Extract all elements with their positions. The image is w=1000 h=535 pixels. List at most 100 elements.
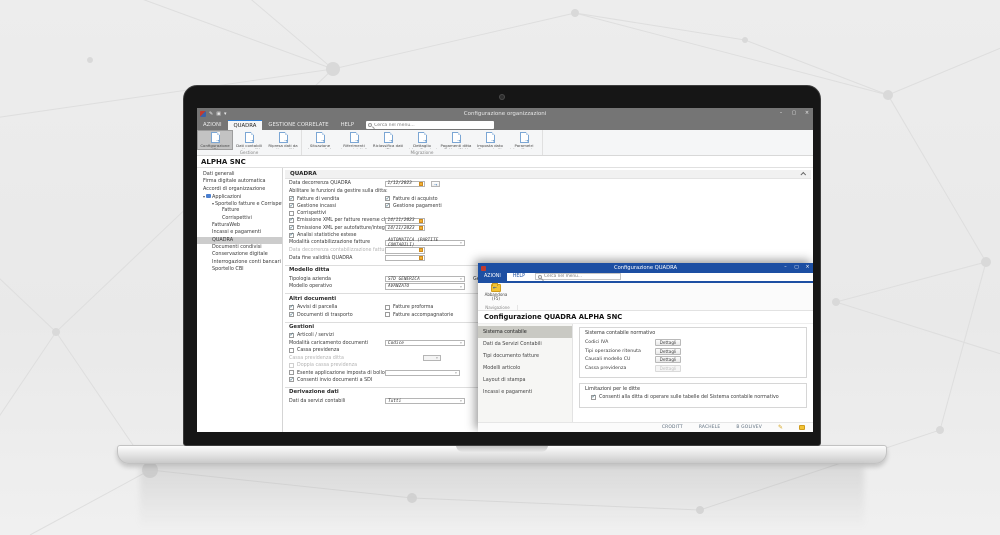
link-icon <box>520 132 529 143</box>
dialog-tab-azioni[interactable]: AZIONI <box>478 273 507 281</box>
consenti-ditta-checkbox[interactable] <box>591 395 596 400</box>
esente-bollo-select[interactable]: ▾ <box>385 370 460 376</box>
tree-item-applicazioni[interactable]: ▾Applicazioni <box>197 193 282 200</box>
config-quadra-dialog: Configurazione QUADRA – ▢ × AZIONI HELP <box>478 263 813 432</box>
nav-dati-servizi[interactable]: Dati da Servizi Contabili <box>478 338 572 350</box>
dettagli-cassa-previdenza-button[interactable]: Dettagli <box>655 365 681 372</box>
search-input[interactable] <box>374 123 492 128</box>
expander-icon[interactable]: ▾ <box>212 201 214 206</box>
reverse-charge-date[interactable]: 14/11/2023 <box>385 218 425 224</box>
modalita-caricamento-select[interactable]: Codice▾ <box>385 340 465 346</box>
note-status-icon[interactable] <box>799 425 805 430</box>
calendar-icon[interactable] <box>419 226 423 230</box>
dialog-heading: Configurazione QUADRA ALPHA SNC <box>478 311 813 324</box>
tab-quadra[interactable]: QUADRA <box>228 120 263 130</box>
tree-item-fatturaweb[interactable]: FatturaWeb <box>197 222 282 229</box>
autofatture-date[interactable]: 14/11/2023 <box>385 225 425 231</box>
calendar-icon[interactable] <box>419 182 423 186</box>
tab-help[interactable]: HELP <box>335 120 360 130</box>
nav-sistema-contabile[interactable]: Sistema contabile <box>478 326 572 338</box>
configurazione-button[interactable]: Configurazione (D) <box>198 131 232 149</box>
chevron-down-icon: ▾ <box>460 277 462 281</box>
tree-item-incassi[interactable]: Incassi e pagamenti <box>197 229 282 236</box>
pencil-status-icon[interactable]: ✎ <box>778 425 783 431</box>
documenti-trasporto-checkbox[interactable] <box>289 312 294 317</box>
tab-azioni[interactable]: AZIONI <box>197 120 228 130</box>
dati-servizi-select[interactable]: Tutti▾ <box>385 398 465 404</box>
articoli-servizi-checkbox[interactable] <box>289 333 294 338</box>
ribbon-search[interactable] <box>366 121 494 129</box>
tree-item-quadra[interactable]: QUADRA <box>197 237 282 244</box>
calendar-icon[interactable] <box>419 219 423 223</box>
tipologia-select[interactable]: STD GENERICA▾ <box>385 276 465 282</box>
nav-modelli-articolo[interactable]: Modelli articolo <box>478 362 572 374</box>
calendar-icon[interactable] <box>419 256 423 260</box>
riclassifica-dati-button[interactable]: Riclassifica dati (R) <box>371 131 405 149</box>
quadra-panel-header[interactable]: QUADRA <box>285 170 811 179</box>
data-decorrenza-label: Data decorrenza QUADRA <box>289 181 351 186</box>
situazione-documenti-button[interactable]: Situazione documenti da fatturare (D) <box>303 131 337 149</box>
document-import-icon <box>279 132 288 143</box>
gestione-incassi-checkbox[interactable] <box>289 203 294 208</box>
date-helper-button[interactable]: → <box>431 181 440 187</box>
tree-item-sportello-fatture[interactable]: ▾Sportello fatture e Corrispettivi <box>197 200 282 207</box>
imposta-dato-button[interactable]: Imposta dato Denuncia (I) <box>473 131 507 149</box>
nav-layout-stampa[interactable]: Layout di stampa <box>478 374 572 386</box>
nav-tipi-documento[interactable]: Tipi documento fatture <box>478 350 572 362</box>
esente-bollo-checkbox[interactable] <box>289 370 294 375</box>
nav-incassi-pagamenti[interactable]: Incassi e pagamenti <box>478 386 572 398</box>
tree-item-dati-generali[interactable]: Dati generali <box>197 171 282 178</box>
tree-item-firma-digitale[interactable]: Firma digitale automatica <box>197 178 282 185</box>
tab-gestione-correlate[interactable]: GESTIONE CORRELATE <box>262 120 334 130</box>
dialog-search[interactable] <box>535 273 621 280</box>
tree-item-corrispettivi[interactable]: Corrispettivi <box>197 215 282 222</box>
dettagli-tipi-operazione-button[interactable]: Dettagli <box>655 348 681 355</box>
corrispettivi-checkbox[interactable] <box>289 211 294 216</box>
avvisi-parcella-checkbox[interactable] <box>289 305 294 310</box>
dettagli-causali-cu-button[interactable]: Dettagli <box>655 356 681 363</box>
tree-item-fatture[interactable]: Fatture <box>197 207 282 214</box>
dettagli-codici-iva-button[interactable]: Dettagli <box>655 339 681 346</box>
laptop-reflection <box>140 466 864 528</box>
tree-item-sportello-cbi[interactable]: Sportello CBI <box>197 266 282 273</box>
fatture-accompagnatorie-checkbox[interactable] <box>385 312 390 317</box>
dialog-tab-help[interactable]: HELP <box>507 273 531 281</box>
gestione-pagamenti-checkbox[interactable] <box>385 203 390 208</box>
data-decorrenza-contab-field[interactable] <box>385 247 425 253</box>
dialog-tabs: AZIONI HELP <box>478 273 813 283</box>
tree-item-interrogazione-conti[interactable]: Interrogazione conti bancari <box>197 259 282 266</box>
fatture-acquisto-checkbox[interactable] <box>385 196 390 201</box>
fatture-vendita-checkbox[interactable] <box>289 196 294 201</box>
cassa-previdenza-ditta-select[interactable]: ▾ <box>423 355 441 361</box>
analisi-checkbox[interactable] <box>289 233 294 238</box>
riferimenti-incassi-button[interactable]: Riferimenti incassi dati di FattureWeb (… <box>337 131 371 149</box>
data-decorrenza-field[interactable]: 1/12/2023 <box>385 181 425 187</box>
ribbon-group-gestione: Configurazione (D) Dati contabili gestio… <box>197 130 302 155</box>
cassa-previdenza-checkbox[interactable] <box>289 348 294 353</box>
ripresa-dati-button[interactable]: Ripresa dati da gestione ditte <box>266 131 300 149</box>
dati-contabili-button[interactable]: Dati contabili gestione ditte <box>232 131 266 149</box>
collapse-chevron-icon[interactable] <box>800 172 806 178</box>
search-icon <box>368 123 372 127</box>
calendar-icon[interactable] <box>419 248 423 252</box>
abbandona-button[interactable]: Abbandona (F5) <box>481 284 511 302</box>
tree-item-accordi[interactable]: Accordi di organizzazione <box>197 186 282 193</box>
pagamenti-ditta-button[interactable]: Pagamenti ditta (FattureWeb) <box>439 131 473 149</box>
tree-item-conservazione[interactable]: Conservazione digitale <box>197 251 282 258</box>
webcam <box>500 95 504 99</box>
parametri-riclassificazione-button[interactable]: Parametri riclassificazione (R) <box>507 131 541 149</box>
expander-icon[interactable]: ▾ <box>203 194 205 199</box>
dettaglio-riclassificazioni-button[interactable]: Dettaglio riclassificazioni (FT) <box>405 131 439 149</box>
data-fine-field[interactable] <box>385 255 425 261</box>
consenti-sdi-checkbox[interactable] <box>289 377 294 382</box>
dialog-search-input[interactable] <box>544 274 618 279</box>
dialog-title: Configurazione QUADRA <box>478 265 813 271</box>
modello-operativo-select[interactable]: AVANZATO▾ <box>385 283 465 289</box>
modalita-contab-select[interactable]: AUTOMATICA (PARTITE CONTABILI)▾ <box>385 240 465 246</box>
autofatture-checkbox[interactable] <box>289 225 294 230</box>
document-edit-icon <box>384 132 393 143</box>
tree-item-documenti-condivisi[interactable]: Documenti condivisi <box>197 244 282 251</box>
doppia-cassa-checkbox[interactable] <box>289 363 294 368</box>
reverse-charge-checkbox[interactable] <box>289 218 294 223</box>
fatture-proforma-checkbox[interactable] <box>385 305 390 310</box>
